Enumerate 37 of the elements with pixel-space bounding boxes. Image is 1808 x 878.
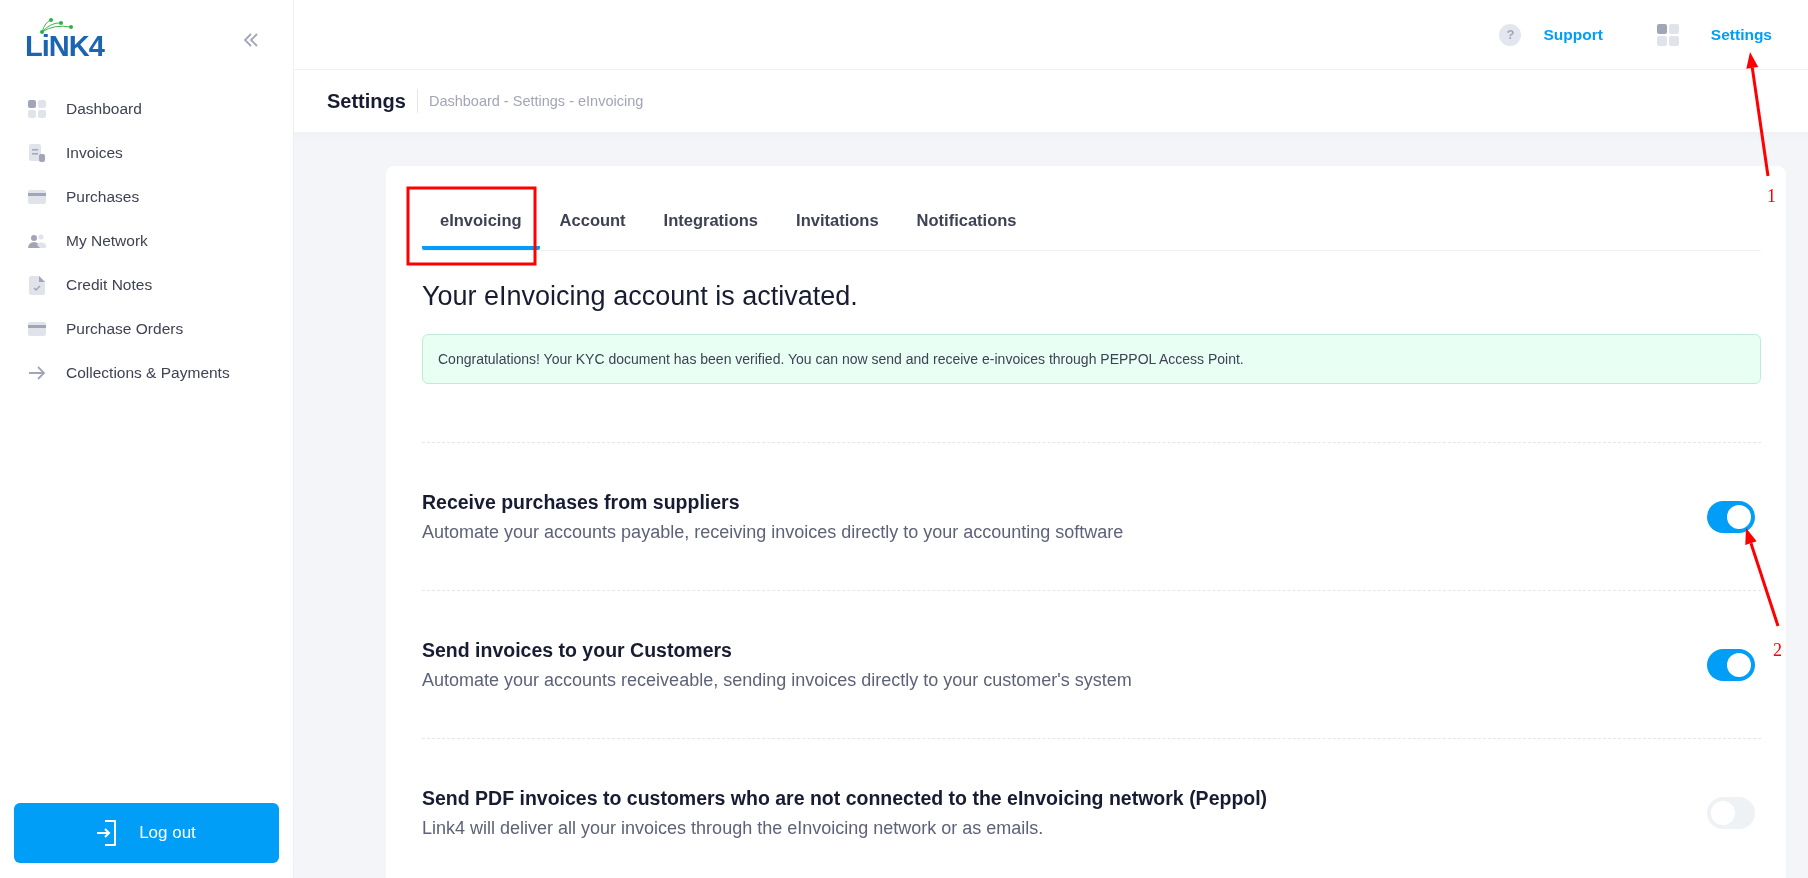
setting-title: Receive purchases from suppliers <box>422 490 741 514</box>
nav-item[interactable]: My Network <box>66 232 148 250</box>
card-icon <box>28 190 46 204</box>
nav-item[interactable]: Dashboard <box>66 100 142 118</box>
setting-description: Automate your accounts receiveable, sending invoices directly to your customer's system <box>422 669 1132 691</box>
checked-file-icon <box>29 275 45 295</box>
nav-item[interactable]: Invoices <box>66 144 123 162</box>
apps-grid-icon[interactable] <box>1656 23 1679 46</box>
tab[interactable]: Invitations <box>778 211 897 250</box>
card-icon <box>28 322 46 336</box>
arrow-right-icon <box>28 365 46 381</box>
setting-title: Send PDF invoices to customers who are not connected to the eInvoicing network (Peppol) <box>422 786 1268 810</box>
setting-title: Send invoices to your Customers <box>422 638 733 662</box>
tab[interactable]: Integrations <box>645 211 777 250</box>
people-icon <box>28 233 46 249</box>
setting-description: Automate your accounts payable, receiving invoices directly to your accounting software <box>422 521 1124 543</box>
tab[interactable]: Notifications <box>898 211 1035 250</box>
network-dots-icon <box>39 17 73 34</box>
grid-icon <box>28 100 46 118</box>
toggle-switch[interactable] <box>1707 648 1755 681</box>
nav-item[interactable]: Purchases <box>66 188 140 206</box>
nav-item[interactable]: Purchase Orders <box>66 320 184 338</box>
setting-description: Link4 will deliver all your invoices through the eInvoicing network or as emails. <box>422 817 1045 839</box>
nav-item[interactable]: Collections & Payments <box>66 364 230 382</box>
tab[interactable]: eInvoicing <box>422 211 540 250</box>
logo-text: LiNK4 <box>25 29 104 62</box>
annotation-number: 1 <box>1767 186 1776 206</box>
success-alert: Congratulations! Your KYC document has been verified. You can now send and receive e-invoices through PEPPOL Access Point. <box>422 334 1761 384</box>
collapse-icon[interactable] <box>243 33 259 47</box>
status-heading: Your eInvoicing account is activated. <box>422 281 859 312</box>
annotation-number: 2 <box>1773 640 1782 660</box>
tab[interactable]: Account <box>541 211 644 250</box>
nav-item[interactable]: Credit Notes <box>66 276 153 294</box>
page-title: Settings <box>327 89 418 113</box>
breadcrumb: Dashboard - Settings - eInvoicing <box>428 93 644 109</box>
toggle-switch[interactable] <box>1707 500 1755 533</box>
document-icon <box>28 144 46 162</box>
